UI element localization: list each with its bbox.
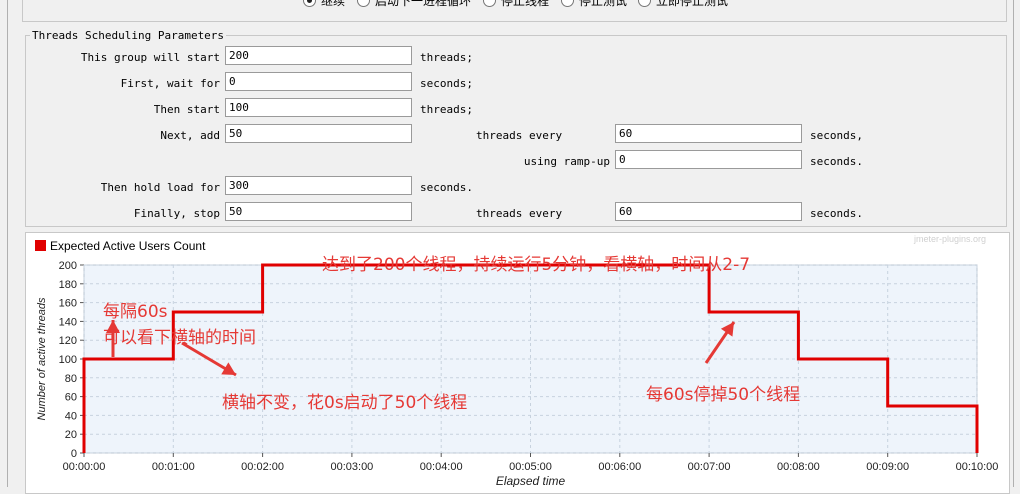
- x-tick-label: 00:00:00: [63, 461, 106, 473]
- x-axis-label: Elapsed time: [496, 474, 566, 487]
- x-tick-label: 00:06:00: [598, 461, 641, 473]
- x-tick-label: 00:02:00: [241, 461, 284, 473]
- y-tick-label: 180: [59, 279, 77, 291]
- y-tick-label: 60: [65, 392, 77, 404]
- y-tick-label: 0: [71, 448, 77, 460]
- y-tick-label: 120: [59, 335, 77, 347]
- x-tick-label: 00:03:00: [330, 461, 373, 473]
- y-tick-label: 80: [65, 373, 77, 385]
- x-tick-label: 00:04:00: [420, 461, 463, 473]
- chart-plot: 0 20 40 60 80 100 120 140 160 180 200 00:00:00 00:01…: [36, 260, 999, 487]
- annotation-stop: 每60s停掉50个线程: [646, 385, 801, 405]
- y-tick-label: 200: [59, 260, 77, 272]
- y-tick-label: 20: [65, 429, 77, 441]
- x-tick-label: 00:09:00: [866, 461, 909, 473]
- y-axis-label: Number of active threads: [36, 297, 48, 420]
- x-tick-label: 00:07:00: [688, 461, 731, 473]
- x-tick-label: 00:01:00: [152, 461, 195, 473]
- annotation-hold: 达到了200个线程，持续运行5分钟，看横轴，时间从2-7: [322, 255, 751, 275]
- annotation-interval: 每隔60s: [103, 302, 168, 322]
- y-tick-label: 140: [59, 316, 77, 328]
- annotation-ramp: 横轴不变，花0s启动了50个线程: [222, 393, 468, 413]
- y-tick-label: 160: [59, 298, 77, 310]
- y-tick-label: 100: [59, 354, 77, 366]
- annotation-check-axis: 可以看下横轴的时间: [103, 328, 256, 348]
- x-tick-label: 00:08:00: [777, 461, 820, 473]
- y-tick-label: 40: [65, 410, 77, 422]
- x-tick-label: 00:05:00: [509, 461, 552, 473]
- x-tick-label: 00:10:00: [956, 461, 999, 473]
